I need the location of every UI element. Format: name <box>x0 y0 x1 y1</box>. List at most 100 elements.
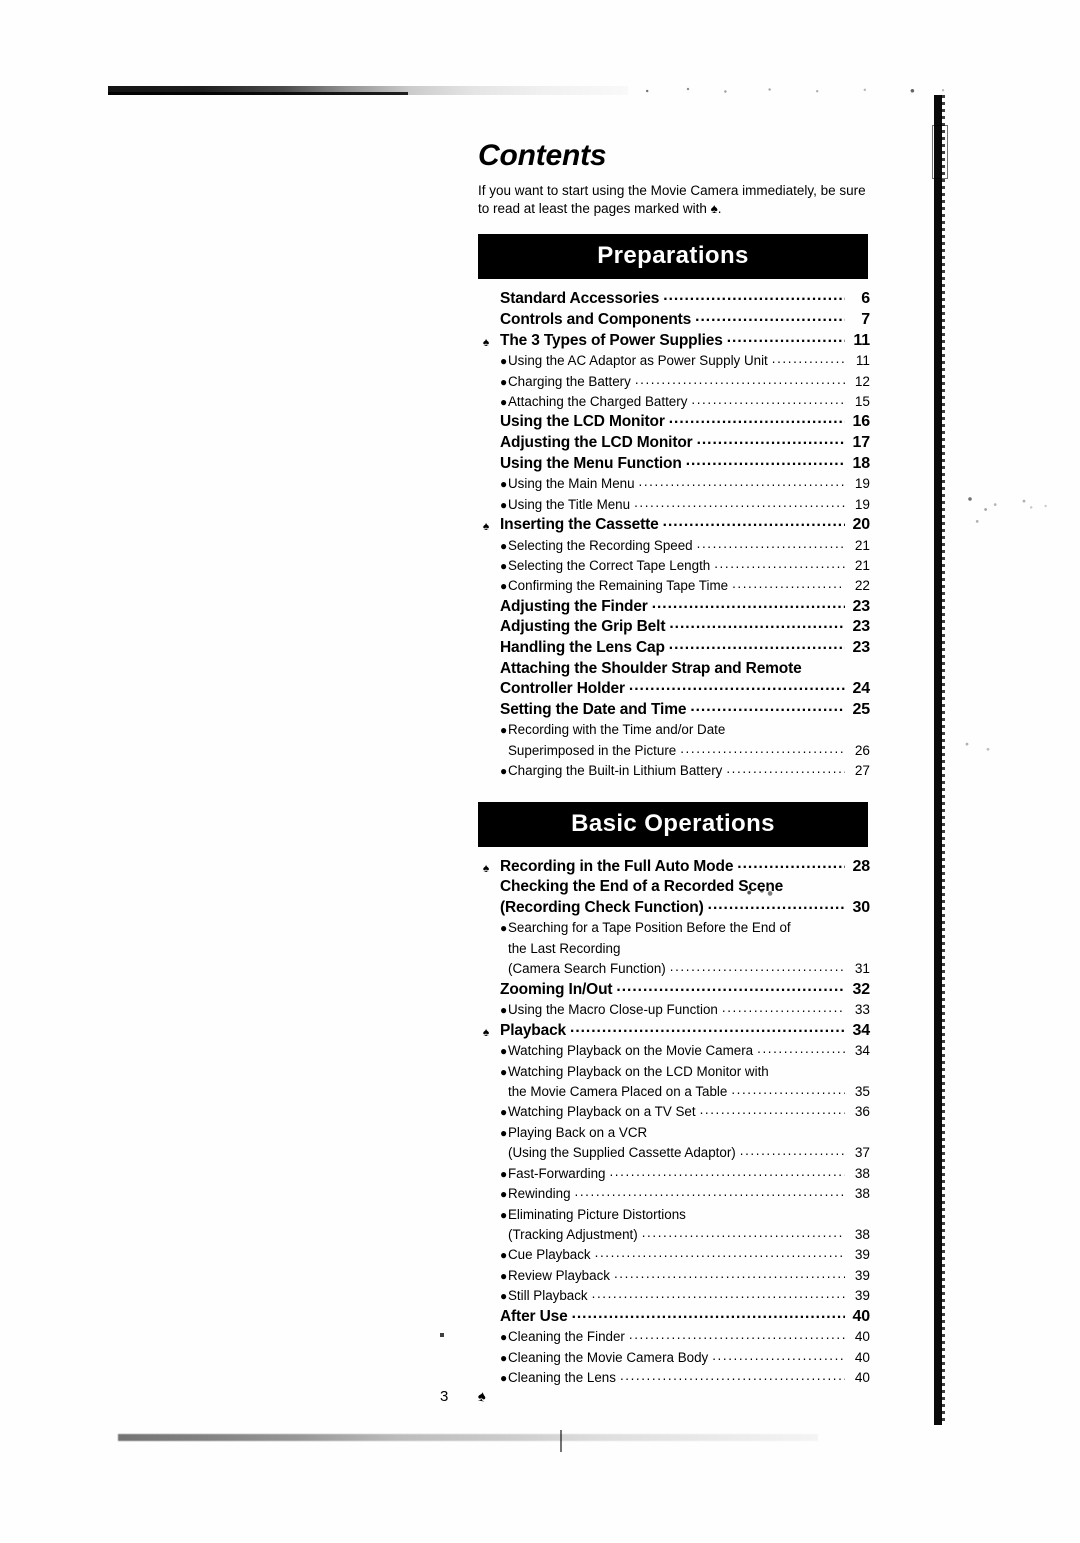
toc-entry[interactable]: ●Fast-Forwarding 38 <box>478 1164 870 1184</box>
spade-icon: ♠ <box>482 860 490 875</box>
toc-entry[interactable]: ♠ Inserting the Cassette 20 <box>478 515 870 536</box>
toc-entry-label: Attaching the Charged Battery <box>508 394 688 410</box>
toc-entry-page-number: 28 <box>852 857 871 875</box>
toc-entry[interactable]: ●Review Playback 39 <box>478 1266 870 1286</box>
toc-entry-page-number: 33 <box>854 1002 870 1018</box>
dot-leader <box>695 307 845 328</box>
toc-entry[interactable]: the Last Recording <box>478 939 870 959</box>
toc-entry[interactable]: (Tracking Adjustment) 38 <box>478 1225 870 1245</box>
dot-leader <box>592 1284 845 1304</box>
contents-column: Contents If you want to start using the … <box>478 140 870 1388</box>
spade-icon: ♠ <box>482 1024 490 1039</box>
toc-entry[interactable]: the Movie Camera Placed on a Table 35 <box>478 1082 870 1102</box>
toc-entry[interactable]: After Use 40 <box>478 1307 870 1328</box>
toc-entry-label: (Tracking Adjustment) <box>508 1226 638 1242</box>
toc-entry-page-number: 39 <box>854 1267 870 1283</box>
toc-entry[interactable]: ♠ Playback 34 <box>478 1021 870 1042</box>
toc-entry[interactable]: ●Selecting the Correct Tape Length 21 <box>478 556 870 576</box>
toc-entry-page-number: 35 <box>854 1084 870 1100</box>
toc-entry-label: Adjusting the Grip Belt <box>500 618 666 636</box>
toc-entry-page-number: 23 <box>852 639 871 657</box>
spade-icon: ♠ <box>482 334 490 349</box>
toc-entry[interactable]: ●Rewinding 38 <box>478 1184 870 1204</box>
toc-entry[interactable]: ●Charging the Battery 12 <box>478 372 870 392</box>
toc-entry-label: Using the LCD Monitor <box>500 413 665 431</box>
toc-entry-page-number: 38 <box>854 1226 870 1242</box>
dot-leader <box>670 957 845 977</box>
toc-entry[interactable]: ● Recording with the Time and/or Date <box>478 720 870 740</box>
toc-entry-page-number: 39 <box>854 1288 870 1304</box>
toc-entry-label: Using the AC Adaptor as Power Supply Uni… <box>508 353 768 369</box>
toc-entry[interactable]: ● Watching Playback on the LCD Monitor wi… <box>478 1062 870 1082</box>
toc-entry[interactable]: Zooming In/Out 32 <box>478 980 870 1001</box>
toc-entry[interactable]: ●Using the Main Menu 19 <box>478 474 870 494</box>
bullet-icon: ● <box>500 1166 508 1181</box>
toc-entry[interactable]: ●Watching Playback on the Movie Camera 34 <box>478 1041 870 1061</box>
toc-entry-page-number: 40 <box>854 1369 870 1385</box>
toc-entry[interactable]: ●Cleaning the Lens 40 <box>478 1368 870 1388</box>
toc-entry-label: (Recording Check Function) <box>500 898 704 916</box>
toc-entry[interactable]: ● Searching for a Tape Position Before th… <box>478 918 870 938</box>
toc-entry[interactable]: ● Playing Back on a VCR <box>478 1123 870 1143</box>
scan-artifact-left-dot <box>440 1333 444 1337</box>
toc-entry[interactable]: Setting the Date and Time 25 <box>478 700 870 721</box>
toc-entry[interactable]: ●Cleaning the Finder 40 <box>478 1327 870 1347</box>
dot-leader <box>714 554 845 574</box>
toc-entry-label: After Use <box>500 1307 568 1325</box>
toc-entry[interactable]: Handling the Lens Cap 23 <box>478 638 870 659</box>
bullet-icon: ● <box>500 921 508 936</box>
dot-leader <box>629 1325 845 1345</box>
dot-leader <box>700 1100 845 1120</box>
bullet-icon: ● <box>500 395 508 410</box>
toc-entry[interactable]: Superimposed in the Picture 26 <box>478 741 870 761</box>
dot-leader <box>708 895 845 916</box>
bullet-icon: ● <box>500 1044 508 1059</box>
toc-entry[interactable]: ●Watching Playback on a TV Set 36 <box>478 1102 870 1122</box>
dot-leader <box>690 697 845 718</box>
section-header-basic-operations: Basic Operations <box>478 801 868 847</box>
dot-leader <box>757 1039 845 1059</box>
toc-entry-page-number: 38 <box>854 1186 870 1202</box>
dot-leader <box>595 1243 845 1263</box>
toc-entry[interactable]: ●Selecting the Recording Speed 21 <box>478 536 870 556</box>
toc-entry[interactable]: ♠ The 3 Types of Power Supplies 11 <box>478 331 870 352</box>
intro-paragraph: If you want to start using the Movie Cam… <box>478 182 866 216</box>
toc-entry[interactable]: (Recording Check Function) 30 <box>478 898 870 919</box>
toc-entry-page-number: 40 <box>852 1307 871 1325</box>
toc-entry-page-number: 23 <box>852 597 871 615</box>
toc-entry[interactable]: ●Charging the Built-in Lithium Battery 27 <box>478 761 870 781</box>
toc-entry-label: Recording in the Full Auto Mode <box>500 857 734 875</box>
toc-entry[interactable]: ♠ Recording in the Full Auto Mode 28 <box>478 857 870 878</box>
bullet-icon: ● <box>500 1125 508 1140</box>
scan-artifact-bottom-streak <box>118 1434 818 1441</box>
toc-entry[interactable]: Using the Menu Function 18 <box>478 454 870 475</box>
toc-entry-page-number: 11 <box>853 331 870 349</box>
dot-leader <box>697 534 845 554</box>
toc-entry-label: Adjusting the Finder <box>500 597 648 615</box>
section-header-preparations: Preparations <box>478 234 868 280</box>
toc-entry[interactable]: (Using the Supplied Cassette Adaptor) 37 <box>478 1143 870 1163</box>
toc-entry[interactable]: ●Cue Playback 39 <box>478 1245 870 1265</box>
toc-entry-page-number: 18 <box>852 454 871 472</box>
scan-artifact-right-specks-lower <box>955 735 1015 761</box>
toc-entry-page-number: 40 <box>854 1329 870 1345</box>
dot-leader <box>634 493 845 513</box>
dot-leader <box>620 1366 845 1386</box>
dot-leader <box>772 349 845 369</box>
toc-entry[interactable]: ● Eliminating Picture Distortions <box>478 1205 870 1225</box>
dot-leader <box>697 430 845 451</box>
bullet-icon: ● <box>500 1268 508 1283</box>
bullet-icon: ● <box>500 1350 508 1365</box>
toc-entry-label: Superimposed in the Picture <box>508 742 677 758</box>
toc-entry-label: Cleaning the Movie Camera Body <box>508 1349 709 1365</box>
toc-entry-page-number: 38 <box>854 1165 870 1181</box>
toc-entry-page-number: 34 <box>854 1043 870 1059</box>
toc-entry-label: the Movie Camera Placed on a Table <box>508 1084 728 1100</box>
toc-entry-label: Selecting the Correct Tape Length <box>508 558 711 574</box>
bullet-icon: ● <box>500 1064 508 1079</box>
toc-list-preparations: Standard Accessories 6 Controls and Compon… <box>478 289 870 781</box>
dot-leader <box>663 286 845 307</box>
toc-entry[interactable]: ●Cleaning the Movie Camera Body 40 <box>478 1348 870 1368</box>
toc-entry[interactable]: ● Using the AC Adaptor as Power Supply Un… <box>478 351 870 371</box>
bullet-icon: ● <box>500 1248 508 1263</box>
